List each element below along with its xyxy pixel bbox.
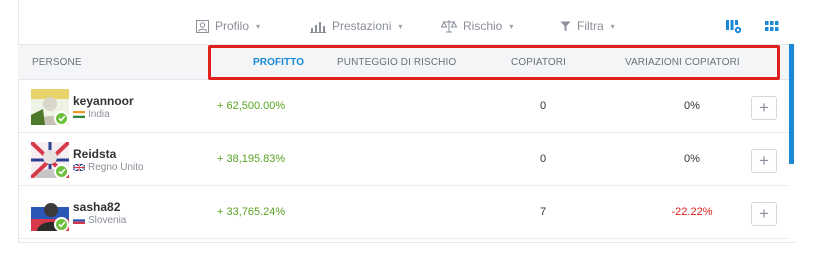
chevron-down-icon: ▾ (610, 21, 615, 31)
grid-view-button[interactable] (762, 17, 782, 35)
add-copy-button[interactable]: + (751, 202, 777, 226)
username[interactable]: keyannoor (73, 94, 134, 108)
checkmark-icon (57, 221, 66, 228)
country: Slovenia (73, 215, 126, 226)
flag-india-icon (73, 111, 85, 118)
profile-filter[interactable]: Profilo ▾ (196, 19, 260, 33)
list-view-button[interactable] (724, 17, 744, 35)
copier-change-value: 0% (684, 100, 700, 112)
country-label: India (88, 109, 110, 120)
country: India (73, 109, 110, 120)
column-header-risk-score[interactable]: PUNTEGGIO DI RISCHIO (337, 57, 456, 68)
column-header-people[interactable]: PERSONE (32, 57, 82, 68)
table-row[interactable]: sasha82 Slovenia + 33,765.24% 7 -22.22% … (19, 187, 789, 239)
copier-change-value: -22.22% (671, 206, 713, 218)
profile-icon (196, 19, 209, 33)
risk-filter[interactable]: Rischio ▾ (441, 19, 513, 33)
country-label: Regno Unito (88, 162, 144, 173)
table-header: PERSONE PROFITTO PUNTEGGIO DI RISCHIO CO… (18, 44, 795, 80)
filter-dropdown-label: Filtra (577, 19, 604, 33)
country: Regno Unito (73, 162, 144, 173)
checkmark-icon (57, 168, 66, 175)
verified-badge (54, 164, 69, 179)
risk-filter-label: Rischio (463, 19, 503, 33)
copiers-value: 7 (539, 206, 547, 218)
filter-icon (560, 21, 571, 31)
profile-filter-label: Profilo (215, 19, 250, 33)
copiers-value: 0 (539, 153, 547, 165)
scales-icon (441, 20, 457, 33)
column-header-profit[interactable]: PROFITTO (253, 57, 304, 68)
performance-filter-label: Prestazioni (332, 19, 392, 33)
column-header-copiers[interactable]: COPIATORI (511, 57, 566, 68)
username[interactable]: Reidsta (73, 147, 116, 161)
toolbar: Profilo ▾ Prestazioni ▾ Rischio ▾ Filtra… (18, 14, 795, 40)
checkmark-icon (57, 115, 66, 122)
performance-filter[interactable]: Prestazioni ▾ (310, 19, 402, 33)
flag-slovenia-icon (73, 217, 85, 224)
scrollbar[interactable] (789, 44, 794, 164)
chevron-down-icon: ▾ (398, 21, 403, 31)
column-header-copier-changes[interactable]: VARIAZIONI COPIATORI (625, 57, 740, 68)
table-row[interactable]: Reidsta Regno Unito + 38,195.83% 0 0% + (19, 134, 789, 186)
table-row[interactable]: keyannoor India + 62,500.00% 0 0% + (19, 81, 789, 133)
username[interactable]: sasha82 (73, 200, 120, 214)
add-copy-button[interactable]: + (751, 149, 777, 173)
country-label: Slovenia (88, 215, 127, 226)
profit-value: + 38,195.83% (217, 153, 286, 165)
copier-change-value: 0% (684, 153, 700, 165)
filter-dropdown[interactable]: Filtra ▾ (560, 19, 615, 33)
profit-value: + 33,765.24% (217, 206, 286, 218)
bar-chart-icon (310, 21, 326, 33)
copiers-value: 0 (539, 100, 547, 112)
chevron-down-icon: ▾ (509, 21, 514, 31)
chevron-down-icon: ▾ (256, 21, 261, 31)
profit-value: + 62,500.00% (217, 100, 286, 112)
list-view-icon (726, 19, 742, 33)
add-copy-button[interactable]: + (751, 96, 777, 120)
grid-view-icon (765, 20, 779, 31)
flag-uk-icon (73, 164, 85, 171)
verified-badge (54, 217, 69, 232)
verified-badge (54, 111, 69, 126)
